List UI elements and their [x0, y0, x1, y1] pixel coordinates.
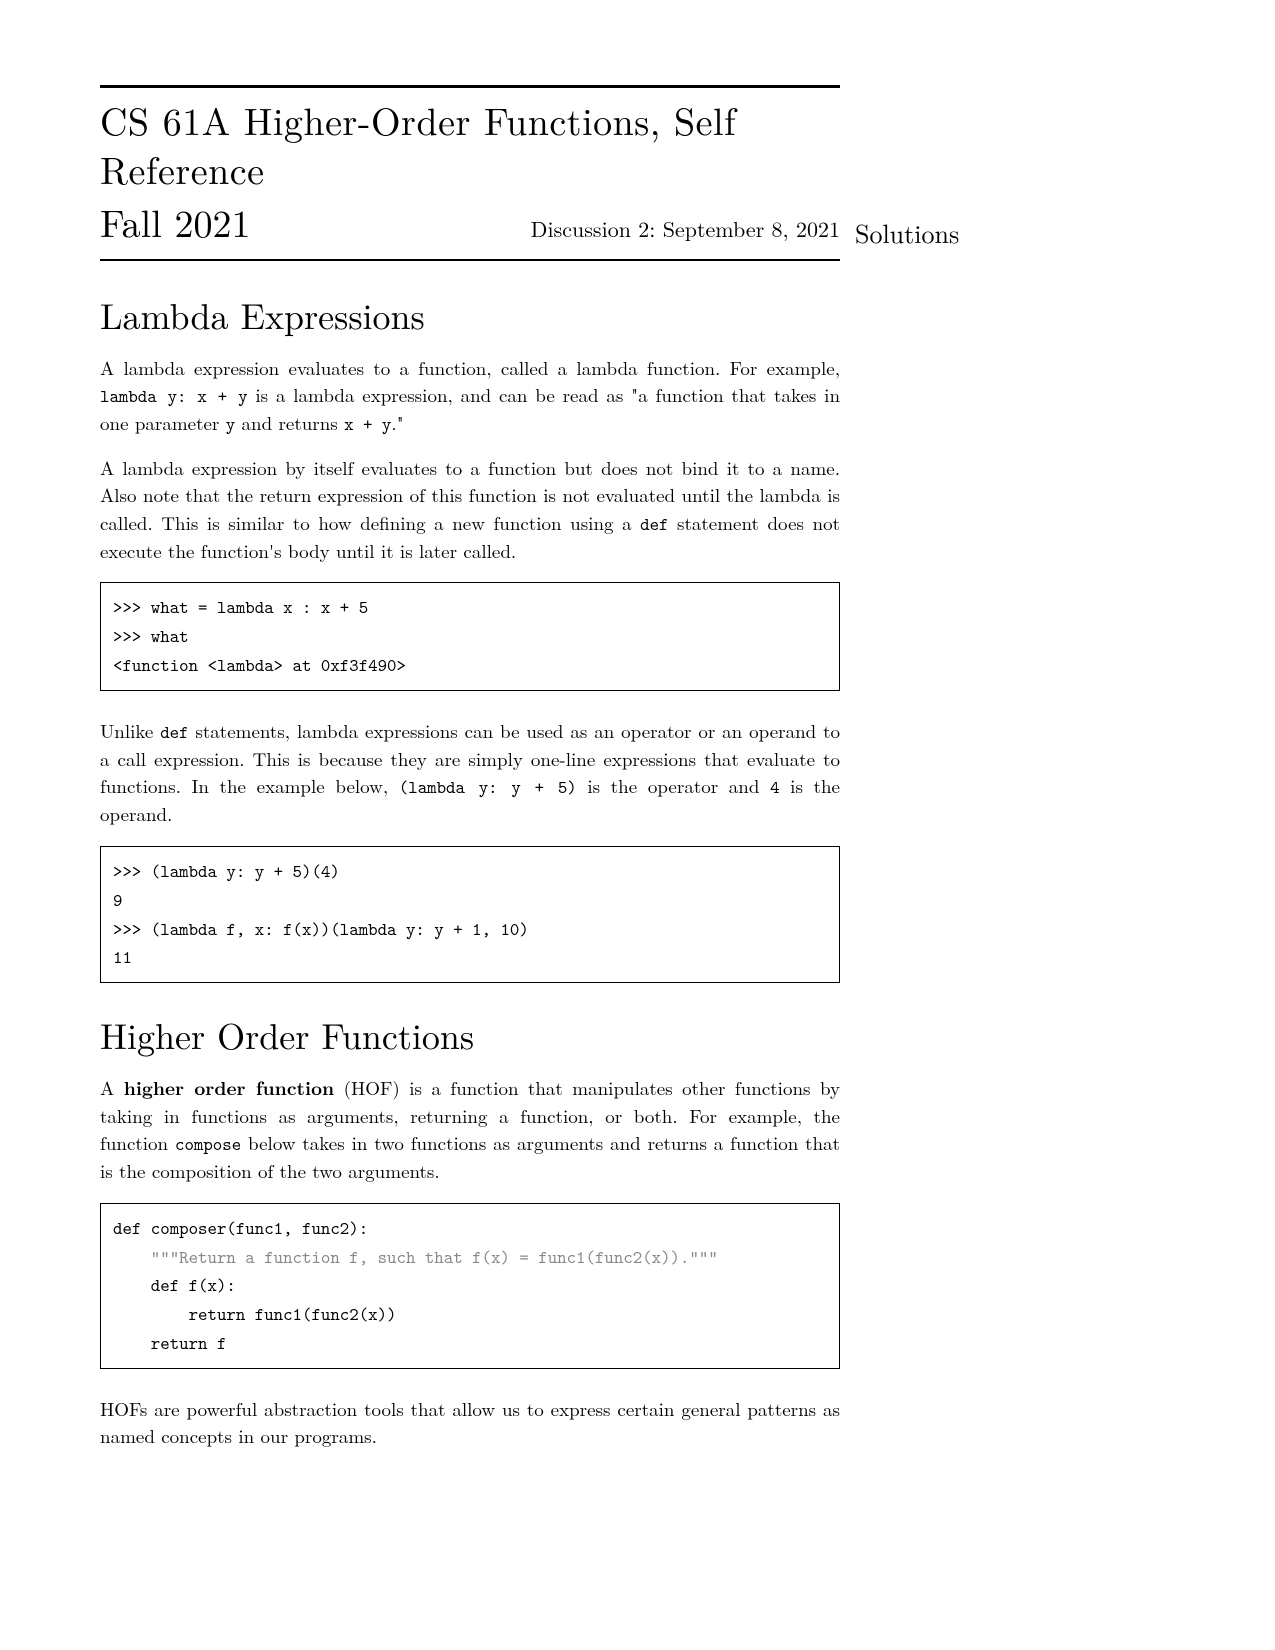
inline-code: y: [226, 412, 235, 436]
inline-code: def: [160, 720, 188, 744]
inline-code: lambda y: x + y: [100, 384, 248, 408]
section1-para2: A lambda expression by itself evaluates …: [100, 454, 840, 565]
code-block-1: >>> what = lambda x : x + 5 >>> what <fu…: [100, 582, 840, 690]
inline-code: (lambda y: y + 5): [399, 775, 577, 799]
text-span: A: [100, 1074, 124, 1101]
text-span: A lambda expression evaluates to a funct…: [100, 354, 840, 381]
content-block: Lambda Expressions A lambda expression e…: [100, 289, 840, 1450]
section2-title: Higher Order Functions: [100, 1009, 840, 1060]
page-root: CS 61A Higher-Order Functions, Self Refe…: [100, 85, 1175, 1450]
code-line: def composer(func1, func2):: [113, 1216, 368, 1240]
code-line: return f: [113, 1331, 226, 1355]
course-title: CS 61A Higher-Order Functions, Self Refe…: [100, 96, 840, 195]
code-block-3: def composer(func1, func2): """Return a …: [100, 1203, 840, 1369]
text-span: and returns: [235, 409, 344, 436]
bold-term: higher order function: [124, 1073, 334, 1101]
code-block-2: >>> (lambda y: y + 5)(4) 9 >>> (lambda f…: [100, 846, 840, 983]
code-docstring: """Return a function f, such that f(x) =…: [113, 1245, 718, 1269]
code-line: return func1(func2(x)): [113, 1302, 397, 1326]
text-span: is the operator and: [577, 772, 770, 799]
discussion-label: Discussion 2: September 8, 2021: [531, 213, 840, 244]
term-label: Fall 2021: [100, 195, 250, 249]
text-span: Unlike: [100, 717, 160, 744]
section1-title: Lambda Expressions: [100, 289, 840, 340]
inline-code: compose: [175, 1132, 241, 1156]
document-header: CS 61A Higher-Order Functions, Self Refe…: [100, 85, 840, 261]
inline-code: x + y: [344, 412, 391, 436]
text-span: .": [391, 409, 403, 436]
inline-code: def: [640, 512, 668, 536]
inline-code: 4: [770, 775, 779, 799]
section1-para1: A lambda expression evaluates to a funct…: [100, 354, 840, 438]
section2-para1: A higher order function (HOF) is a funct…: [100, 1074, 840, 1185]
section2-para2: HOFs are powerful abstraction tools that…: [100, 1395, 840, 1450]
code-line: def f(x):: [113, 1273, 236, 1297]
header-wrap: CS 61A Higher-Order Functions, Self Refe…: [100, 85, 1175, 261]
solutions-label: Solutions: [855, 214, 959, 251]
section1-para3: Unlike def statements, lambda expression…: [100, 717, 840, 828]
header-bottom-row: Fall 2021 Discussion 2: September 8, 202…: [100, 195, 840, 249]
